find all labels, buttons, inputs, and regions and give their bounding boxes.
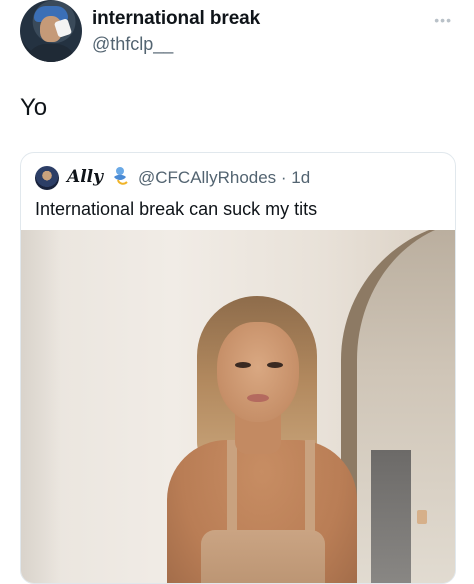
quoted-tweet[interactable]: Ally @CFCAllyRhodes · 1d International b… [20, 152, 456, 584]
quoted-tweet-photo[interactable] [21, 230, 455, 583]
photo-top-strap-left [227, 440, 237, 536]
more-options-icon[interactable]: ••• [434, 12, 452, 28]
quoted-author-avatar[interactable] [35, 166, 59, 190]
tweet-text: Yo [20, 94, 48, 121]
quoted-author-display-name[interactable]: Ally [67, 167, 103, 187]
avatar-shirt [26, 44, 76, 62]
author-avatar[interactable] [20, 0, 82, 62]
quoted-author-handle-time[interactable]: @CFCAllyRhodes · 1d [138, 168, 310, 188]
photo-door [371, 450, 411, 583]
genie-emoji-icon [114, 167, 128, 185]
author-handle[interactable]: @thfclp__ [92, 34, 173, 55]
photo-wall-shadow [21, 230, 61, 583]
photo-top-strap-right [305, 440, 315, 536]
quoted-tweet-text: International break can suck my tits [35, 199, 318, 219]
author-display-name[interactable]: international break [92, 8, 260, 30]
photo-person-eye-right [267, 362, 283, 368]
tweet: international break @thfclp__ ••• Yo All… [0, 0, 474, 584]
photo-person-face [217, 322, 299, 422]
photo-light-switch [417, 510, 427, 524]
photo-person-top [201, 530, 325, 583]
photo-person-eye-left [235, 362, 251, 368]
photo-person-lips [247, 394, 269, 402]
